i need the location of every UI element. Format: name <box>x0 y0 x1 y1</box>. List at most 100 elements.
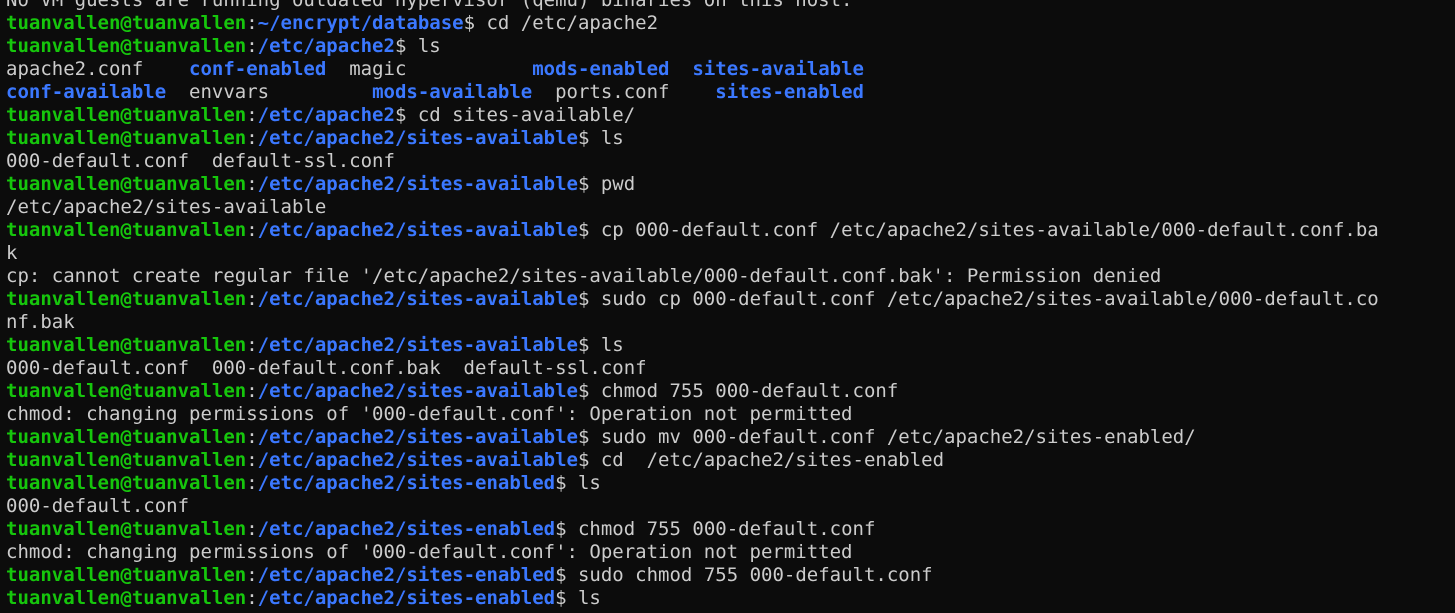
prompt-line: tuanvallen@tuanvallen:/etc/apache2$ cd s… <box>6 104 1379 127</box>
prompt-path: /etc/apache2/sites-enabled <box>257 472 556 494</box>
prompt-line: tuanvallen@tuanvallen:/etc/apache2/sites… <box>6 449 1379 472</box>
prompt-user: tuanvallen@tuanvallen <box>6 35 247 57</box>
prompt-separator: : <box>246 219 258 241</box>
output-text: chmod: changing permissions of '000-defa… <box>6 403 853 425</box>
prompt-user: tuanvallen@tuanvallen <box>6 12 247 34</box>
directory-entry: conf-enabled <box>189 58 327 80</box>
prompt-path: /etc/apache2/sites-available <box>257 127 578 149</box>
output-text: 000-default.conf <box>6 495 190 517</box>
prompt-path: /etc/apache2/sites-available <box>257 449 578 471</box>
prompt-dollar: $ <box>577 380 601 402</box>
prompt-dollar: $ <box>577 334 601 356</box>
command-text: sudo mv 000-default.conf /etc/apache2/si… <box>600 426 1196 448</box>
prompt-dollar: $ <box>555 564 578 586</box>
command-text: cd sites-available/ <box>417 104 636 126</box>
prompt-line: tuanvallen@tuanvallen:/etc/apache2$ ls <box>6 35 1379 58</box>
prompt-user: tuanvallen@tuanvallen <box>6 219 247 241</box>
output-text: nf.bak <box>6 311 75 333</box>
prompt-line: tuanvallen@tuanvallen:/etc/apache2/sites… <box>6 127 1379 150</box>
prompt-line: tuanvallen@tuanvallen:~/encrypt/database… <box>6 12 1379 35</box>
file-entry: magic <box>326 58 533 80</box>
output-text: cp: cannot create regular file '/etc/apa… <box>6 265 1162 287</box>
prompt-line: tuanvallen@tuanvallen:/etc/apache2/sites… <box>6 472 1379 495</box>
prompt-dollar: $ <box>577 127 601 149</box>
command-text: pwd <box>600 173 636 195</box>
prompt-line: tuanvallen@tuanvallen:/etc/apache2/sites… <box>6 334 1379 357</box>
prompt-separator: : <box>246 127 258 149</box>
prompt-separator: : <box>246 35 258 57</box>
prompt-separator: : <box>246 564 258 586</box>
prompt-user: tuanvallen@tuanvallen <box>6 587 247 609</box>
output-text: chmod: changing permissions of '000-defa… <box>6 541 853 563</box>
prompt-path: /etc/apache2/sites-enabled <box>257 518 556 540</box>
prompt-line: tuanvallen@tuanvallen:/etc/apache2/sites… <box>6 518 1379 541</box>
file-entry <box>670 58 693 80</box>
command-text: chmod 755 000-default.conf <box>600 380 899 402</box>
prompt-dollar: $ <box>577 219 601 241</box>
prompt-dollar: $ <box>577 173 601 195</box>
command-text: ls <box>600 127 624 149</box>
prompt-separator: : <box>246 104 258 126</box>
prompt-separator: : <box>246 587 258 609</box>
terminal-window[interactable]: No VM guests are running outdated hyperv… <box>0 0 1455 613</box>
prompt-user: tuanvallen@tuanvallen <box>6 380 247 402</box>
file-entry: envvars <box>166 81 373 103</box>
prompt-dollar: $ <box>463 12 487 34</box>
output-line: conf-available envvars mods-available po… <box>6 81 1379 104</box>
prompt-dollar: $ <box>555 472 578 494</box>
output-line: /etc/apache2/sites-available <box>6 196 1379 219</box>
directory-entry: mods-enabled <box>532 58 670 80</box>
file-entry: ports.conf <box>532 81 716 103</box>
prompt-user: tuanvallen@tuanvallen <box>6 334 247 356</box>
prompt-user: tuanvallen@tuanvallen <box>6 472 247 494</box>
directory-entry: conf-available <box>6 81 167 103</box>
command-text: ls <box>600 334 624 356</box>
prompt-line: tuanvallen@tuanvallen:/etc/apache2/sites… <box>6 288 1379 311</box>
command-text: ls <box>577 587 601 609</box>
prompt-line: tuanvallen@tuanvallen:/etc/apache2/sites… <box>6 564 1379 587</box>
directory-entry: sites-available <box>692 58 864 80</box>
command-text: cp 000-default.conf /etc/apache2/sites-a… <box>600 219 1379 241</box>
prompt-path: /etc/apache2/sites-available <box>257 219 578 241</box>
output-text: 000-default.conf default-ssl.conf <box>6 150 395 172</box>
output-text: k <box>6 242 18 264</box>
prompt-dollar: $ <box>394 104 418 126</box>
output-text: 000-default.conf 000-default.conf.bak de… <box>6 357 647 379</box>
prompt-path: /etc/apache2/sites-available <box>257 173 578 195</box>
prompt-separator: : <box>246 12 258 34</box>
output-line: chmod: changing permissions of '000-defa… <box>6 403 1379 426</box>
prompt-line: tuanvallen@tuanvallen:/etc/apache2/sites… <box>6 587 1379 610</box>
prompt-user: tuanvallen@tuanvallen <box>6 449 247 471</box>
output-line: nf.bak <box>6 311 1379 334</box>
directory-entry: sites-enabled <box>715 81 864 103</box>
prompt-line: tuanvallen@tuanvallen:/etc/apache2/sites… <box>6 219 1379 242</box>
output-line: 000-default.conf <box>6 495 1379 518</box>
prompt-separator: : <box>246 518 258 540</box>
prompt-separator: : <box>246 449 258 471</box>
prompt-path: /etc/apache2/sites-enabled <box>257 587 556 609</box>
output-line: 000-default.conf 000-default.conf.bak de… <box>6 357 1379 380</box>
directory-entry: mods-available <box>372 81 533 103</box>
command-text: ls <box>417 35 441 57</box>
prompt-path: /etc/apache2 <box>257 35 395 57</box>
prompt-user: tuanvallen@tuanvallen <box>6 518 247 540</box>
prompt-user: tuanvallen@tuanvallen <box>6 564 247 586</box>
prompt-line: tuanvallen@tuanvallen:/etc/apache2/sites… <box>6 173 1379 196</box>
prompt-dollar: $ <box>555 587 578 609</box>
output-line: 000-default.conf default-ssl.conf <box>6 150 1379 173</box>
prompt-path: /etc/apache2/sites-available <box>257 380 578 402</box>
prompt-separator: : <box>246 380 258 402</box>
output-line: k <box>6 242 1379 265</box>
prompt-path: /etc/apache2/sites-available <box>257 426 578 448</box>
prompt-dollar: $ <box>577 288 601 310</box>
command-text: chmod 755 000-default.conf <box>577 518 876 540</box>
prompt-dollar: $ <box>577 426 601 448</box>
command-text: sudo chmod 755 000-default.conf <box>577 564 933 586</box>
command-text: cd /etc/apache2 <box>486 12 659 34</box>
prompt-user: tuanvallen@tuanvallen <box>6 127 247 149</box>
prompt-line: tuanvallen@tuanvallen:/etc/apache2/sites… <box>6 426 1379 449</box>
prompt-dollar: $ <box>577 449 601 471</box>
prompt-separator: : <box>246 173 258 195</box>
output-line: apache2.conf conf-enabled magic mods-ena… <box>6 58 1379 81</box>
file-entry: apache2.conf <box>6 58 190 80</box>
